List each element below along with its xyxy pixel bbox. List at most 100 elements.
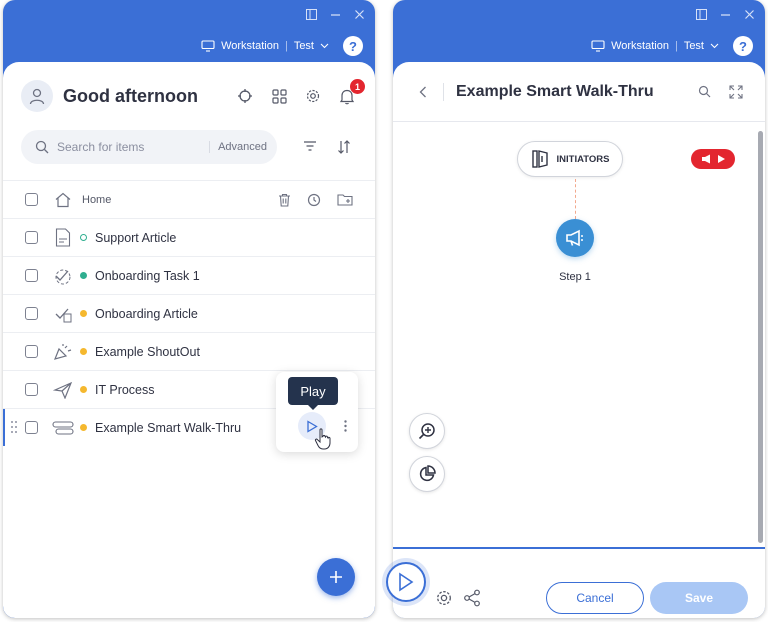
step-label: Step 1 [559,271,591,283]
item-checkbox[interactable] [25,307,38,320]
search-icon[interactable] [698,85,711,98]
avatar[interactable] [21,80,53,112]
walkthru-editor-panel: Workstation | Test ? Example Smart Walk-… [393,0,765,618]
hand-cursor-icon [314,428,331,450]
divider [443,82,444,101]
add-item-button[interactable] [317,558,355,596]
status-dot [80,386,87,393]
list-item[interactable]: Onboarding Article [3,294,375,332]
help-icon[interactable]: ? [343,36,363,56]
search-input[interactable] [57,140,210,154]
select-all-checkbox[interactable] [25,193,38,206]
home-label: Home [82,193,112,206]
item-label: IT Process [95,382,155,397]
item-label: Example ShoutOut [95,344,200,359]
item-label: Onboarding Task 1 [95,268,200,283]
expand-icon[interactable] [729,84,743,99]
item-checkbox[interactable] [25,269,38,282]
list-item[interactable]: Support Article [3,218,375,256]
monitor-icon [591,40,605,52]
item-checkbox[interactable] [25,345,38,358]
monitor-icon [201,40,215,52]
pie-chart-icon [419,465,436,482]
onboarding-task-icon [52,265,74,287]
close-icon[interactable] [353,8,365,23]
status-dot [80,348,87,355]
plus-icon [330,571,342,583]
more-options-button[interactable] [340,417,350,435]
flow-canvas[interactable]: INITIATORS Step 1 [393,123,765,547]
workstation-label[interactable]: Workstation [611,40,669,52]
scrollbar[interactable] [758,131,763,543]
launcher-icon [52,379,74,401]
environment-selector[interactable]: Test [684,40,704,52]
play-icon [717,155,725,163]
preview-play-button[interactable] [386,562,426,602]
more-vertical-icon [343,420,347,432]
search-icon [35,140,49,154]
filter-icon[interactable] [303,140,317,152]
chevron-left-icon [419,86,426,97]
list-item[interactable]: Onboarding Task 1 [3,256,375,294]
capture-icon[interactable] [235,86,255,106]
walkthru-content: Example Smart Walk-Thru INITIATORS Step … [393,62,765,618]
initiators-node[interactable]: INITIATORS [517,141,623,177]
apps-grid-icon[interactable] [269,86,289,106]
overview-button[interactable] [409,456,445,492]
zoom-in-icon [418,423,435,440]
notifications-bell-icon[interactable]: 1 [337,79,365,106]
save-button[interactable]: Save [650,582,748,614]
status-dot [80,310,87,317]
separator: | [284,40,288,52]
environment-bar: Workstation | Test ? [591,36,753,56]
drag-handle-icon[interactable] [11,421,17,433]
walkthru-header: Example Smart Walk-Thru [393,62,765,122]
smart-walkthru-icon [52,417,74,439]
chevron-down-icon[interactable] [710,43,719,49]
settings-gear-icon[interactable] [303,86,323,106]
history-clock-icon[interactable] [307,193,321,207]
zoom-in-button[interactable] [409,413,445,449]
megaphone-icon [566,229,583,247]
item-checkbox[interactable] [25,383,38,396]
advanced-search-link[interactable]: Advanced [209,141,267,153]
close-icon[interactable] [743,8,755,23]
restore-icon[interactable] [695,8,707,23]
editor-panel: Workstation | Test ? Good afternoon 1 Se… [3,0,375,618]
notification-badge: 1 [350,79,365,94]
back-button[interactable] [415,84,431,100]
new-folder-icon[interactable] [337,193,353,206]
greeting-title: Good afternoon [63,85,198,106]
door-icon [531,150,548,168]
step-node[interactable] [556,219,594,257]
flow-connector [575,179,576,219]
search-box: Advanced [21,130,277,164]
list-item[interactable]: Example ShoutOut [3,332,375,370]
home-folder-row[interactable]: Home [3,180,375,218]
status-dot [80,272,87,279]
chevron-down-icon[interactable] [320,43,329,49]
status-dot [80,424,87,431]
minimize-icon[interactable] [719,8,731,23]
environment-bar: Workstation | Test ? [201,36,363,56]
trash-icon[interactable] [278,193,291,207]
separator: | [674,40,678,52]
search-row: Advanced [21,130,357,164]
item-checkbox[interactable] [25,421,38,434]
environment-selector[interactable]: Test [294,40,314,52]
item-label: Onboarding Article [95,306,198,321]
share-icon[interactable] [463,589,481,607]
workstation-label[interactable]: Workstation [221,40,279,52]
cancel-button[interactable]: Cancel [546,582,644,614]
help-icon[interactable]: ? [733,36,753,56]
play-options-badge[interactable] [691,149,735,169]
sort-icon[interactable] [337,140,351,154]
restore-icon[interactable] [305,8,317,23]
onboarding-article-icon [52,303,74,325]
item-checkbox[interactable] [25,231,38,244]
settings-gear-icon[interactable] [435,589,453,607]
window-controls [695,8,755,23]
shoutout-icon [52,341,74,363]
minimize-icon[interactable] [329,8,341,23]
editor-content: Good afternoon 1 Search for items Advanc… [3,62,375,618]
